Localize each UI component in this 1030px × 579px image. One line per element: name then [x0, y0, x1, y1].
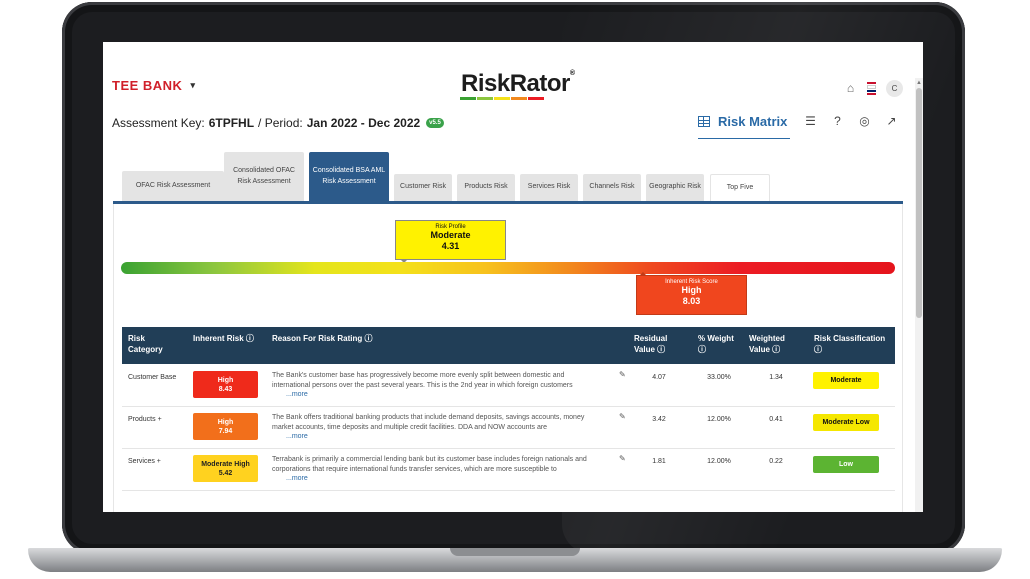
row-residual: 1.81 — [652, 458, 666, 465]
row-category: Customer Base — [128, 374, 177, 381]
tab-consolidated-ofac[interactable]: Consolidated OFAC Risk Assessment — [224, 152, 304, 201]
row-category[interactable]: Services + — [128, 458, 161, 465]
scroll-up-arrow-icon[interactable]: ▲ — [916, 80, 922, 86]
classification-badge: Moderate — [813, 372, 879, 389]
more-link[interactable]: ...more — [286, 391, 308, 398]
active-view-underline — [698, 138, 790, 139]
inherent-risk-callout: Inherent Risk Score High 8.03 — [636, 275, 747, 315]
logo-color-bar — [460, 97, 544, 100]
classification-badge: Moderate Low — [813, 414, 879, 431]
row-weight: 12.00% — [707, 458, 731, 465]
edit-pencil-icon[interactable]: ✎ — [619, 454, 626, 463]
row-weight: 33.00% — [707, 374, 731, 381]
row-weighted: 0.41 — [769, 416, 783, 423]
edit-pencil-icon[interactable]: ✎ — [619, 370, 626, 379]
chart-icon[interactable]: ↗ — [885, 115, 898, 128]
row-reason: Terrabank is primarily a commercial lend… — [272, 456, 587, 482]
col-inherent-risk: Inherent Risk ⓘ — [193, 334, 254, 343]
row-weighted: 0.22 — [769, 458, 783, 465]
assessment-key: 6TPFHL — [208, 116, 255, 130]
classification-badge: Low — [813, 456, 879, 473]
tab-geographic-risk[interactable]: Geographic Risk — [646, 174, 704, 201]
tab-consolidated-bsa-aml[interactable]: Consolidated BSA AML Risk Assessment — [309, 152, 389, 201]
table-row: Customer Base High 8.43 The Bank's custo… — [122, 364, 895, 407]
inherent-risk-badge: High 8.43 — [193, 371, 258, 398]
ai-icon[interactable]: ◎ — [858, 115, 871, 128]
tab-products-risk[interactable]: Products Risk — [457, 174, 515, 201]
col-weighted-value: Weighted Value ⓘ — [749, 334, 785, 354]
bank-name: TEE BANK — [112, 78, 183, 93]
app-screen: TEE BANK ▾ RiskRator® ⌂ C Assessment Key… — [103, 42, 923, 512]
assessment-period: Jan 2022 - Dec 2022 — [306, 116, 421, 130]
row-weight: 12.00% — [707, 416, 731, 423]
tab-channels-risk[interactable]: Channels Risk — [583, 174, 641, 201]
row-weighted: 1.34 — [769, 374, 783, 381]
scrollbar[interactable] — [915, 78, 923, 512]
table-row: Products + High 7.94 The Bank offers tra… — [122, 406, 895, 449]
tab-top-five[interactable]: Top Five — [710, 174, 770, 201]
assessment-info: Assessment Key: 6TPFHL / Period: Jan 202… — [112, 116, 444, 130]
inherent-risk-badge: Moderate High 5.42 — [193, 455, 258, 482]
more-link[interactable]: ...more — [286, 433, 308, 440]
risk-matrix-title: Risk Matrix — [718, 114, 788, 129]
risk-table-header: Risk Category Inherent Risk ⓘ Reason For… — [122, 327, 895, 364]
table-icon — [698, 116, 710, 127]
home-icon[interactable]: ⌂ — [844, 82, 857, 95]
chevron-down-icon: ▾ — [190, 80, 196, 90]
edit-pencil-icon[interactable]: ✎ — [619, 412, 626, 421]
inherent-risk-badge: High 7.94 — [193, 413, 258, 440]
toolbar-icons: ☰ ? ◎ ↗ — [804, 115, 898, 128]
row-reason: The Bank offers traditional banking prod… — [272, 414, 585, 440]
language-flag-icon[interactable] — [867, 82, 876, 95]
risk-matrix-view[interactable]: Risk Matrix — [698, 114, 787, 129]
help-icon[interactable]: ? — [831, 115, 844, 128]
top-icons: ⌂ C — [844, 80, 903, 97]
tab-services-risk[interactable]: Services Risk — [520, 174, 578, 201]
version-badge: v5.5 — [426, 118, 444, 128]
col-risk-category: Risk Category — [128, 334, 163, 354]
row-category[interactable]: Products + — [128, 416, 162, 423]
tab-ofac-risk-assessment[interactable]: OFAC Risk Assessment — [122, 171, 224, 201]
col-risk-classification: Risk Classification ⓘ — [814, 334, 886, 354]
col-residual-value: Residual Value ⓘ — [634, 334, 668, 354]
table-row: Services + Moderate High 5.42 Terrabank … — [122, 448, 895, 491]
laptop-notch — [450, 548, 580, 556]
row-residual: 4.07 — [652, 374, 666, 381]
bank-selector[interactable]: TEE BANK ▾ — [112, 78, 195, 93]
scroll-thumb[interactable] — [916, 88, 922, 318]
col-weight: % Weight ⓘ — [698, 334, 734, 354]
more-link[interactable]: ...more — [286, 475, 308, 482]
risk-profile-callout: Risk Profile Moderate 4.31 — [395, 220, 506, 260]
sliders-icon[interactable]: ☰ — [804, 115, 817, 128]
col-reason: Reason For Risk Rating ⓘ — [272, 334, 373, 343]
riskrator-logo: RiskRator® — [461, 70, 575, 97]
risk-gauge-bar — [121, 262, 895, 274]
avatar[interactable]: C — [886, 80, 903, 97]
tab-customer-risk[interactable]: Customer Risk — [394, 174, 452, 201]
row-residual: 3.42 — [652, 416, 666, 423]
row-reason: The Bank's customer base has progressive… — [272, 372, 573, 398]
